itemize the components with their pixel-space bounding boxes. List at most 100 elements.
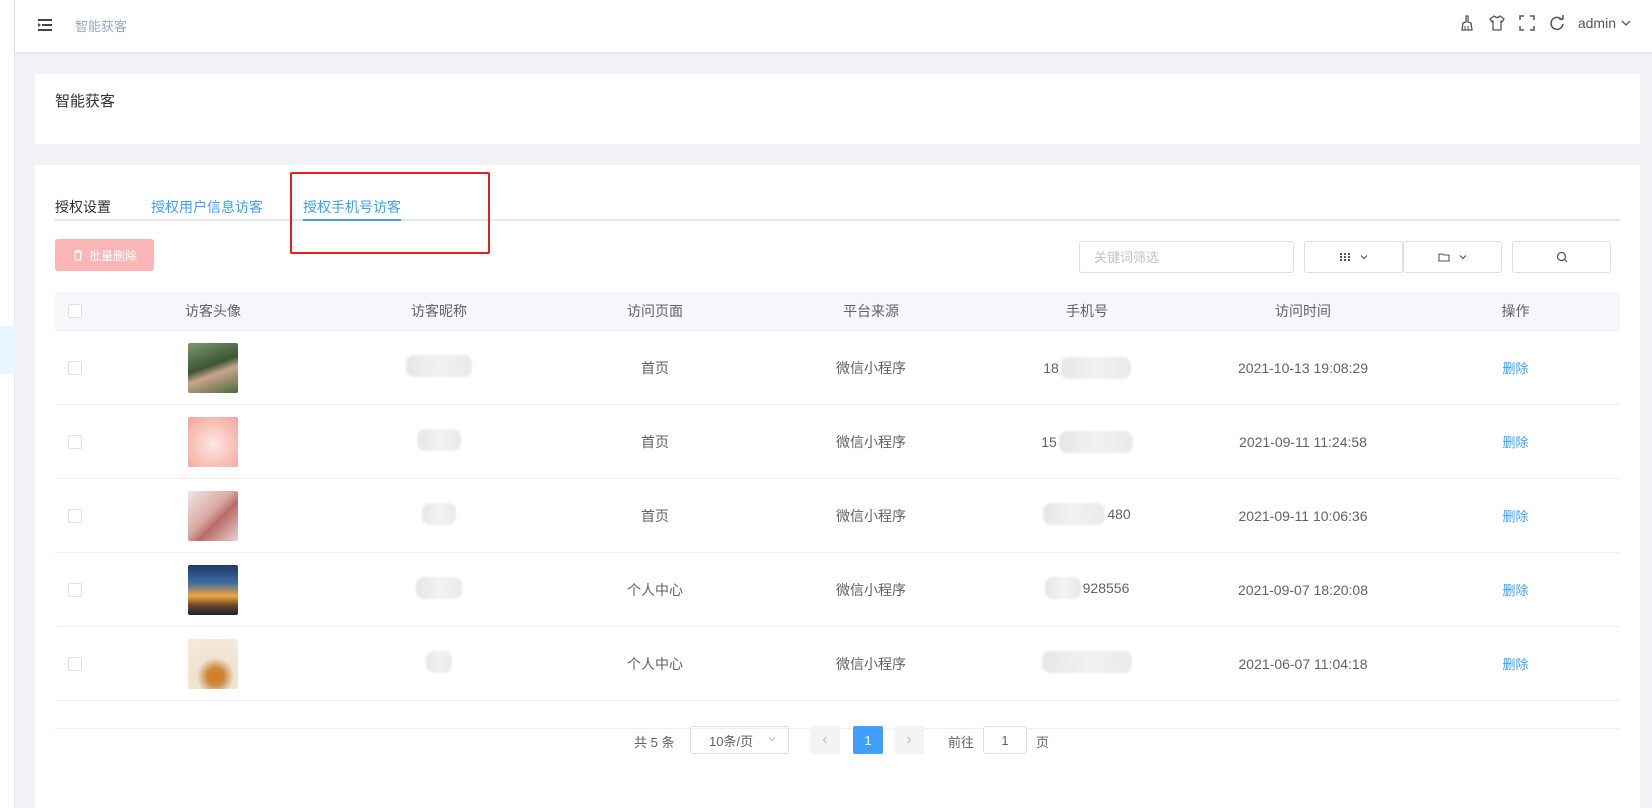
page-cell: 首页	[641, 359, 669, 376]
table-row: 个人中心 微信小程序 2021-06-07 11:04:18 删除	[55, 627, 1620, 701]
time-cell: 2021-09-07 18:20:08	[1238, 581, 1368, 598]
nickname-redacted	[417, 429, 461, 451]
batch-delete-label: 批量删除	[88, 248, 137, 263]
time-cell: 2021-06-07 11:04:18	[1238, 655, 1368, 672]
row-checkbox[interactable]	[68, 656, 82, 671]
platform-cell: 微信小程序	[836, 507, 906, 524]
col-phone: 手机号	[1066, 303, 1108, 319]
col-action: 操作	[1501, 303, 1530, 319]
page-suffix-label: 页	[1036, 735, 1050, 750]
visitor-table: 访客头像 访客昵称 访问页面 平台来源 手机号 访问时间 操作 首页 微信小程序…	[55, 292, 1620, 729]
delete-link[interactable]: 删除	[1502, 583, 1528, 598]
page-size-value: 10条/页	[709, 733, 754, 749]
phone-cell	[1042, 651, 1132, 673]
refresh-icon[interactable]	[1548, 14, 1566, 32]
time-cell: 2021-09-11 10:06:36	[1238, 507, 1368, 524]
chevron-right-icon	[907, 736, 912, 744]
search-button[interactable]	[1512, 241, 1611, 273]
page-cell: 个人中心	[627, 581, 683, 598]
chevron-down-icon	[1621, 20, 1631, 26]
breadcrumb: 智能获客	[75, 19, 128, 34]
visitor-avatar	[188, 490, 238, 541]
grid-icon	[1339, 253, 1350, 261]
row-checkbox[interactable]	[68, 582, 82, 597]
col-time: 访问时间	[1275, 303, 1331, 319]
page-header-card: 智能获客	[35, 74, 1640, 144]
page-cell: 首页	[641, 507, 669, 524]
page-title: 智能获客	[55, 93, 116, 110]
clean-icon[interactable]	[1458, 14, 1476, 32]
col-avatar: 访客头像	[185, 303, 241, 319]
time-cell: 2021-09-11 11:24:58	[1239, 433, 1367, 450]
tab-bar: 授权设置 授权用户信息访客 授权手机号访客	[55, 191, 1620, 221]
chevron-down-icon	[1459, 255, 1466, 260]
page-number-button[interactable]: 1	[853, 726, 883, 754]
content-card: 授权设置 授权用户信息访客 授权手机号访客 批量删除 访客头像 访客昵称 访问页…	[35, 165, 1640, 808]
visitor-avatar	[188, 342, 238, 393]
platform-cell: 微信小程序	[836, 433, 906, 450]
col-page: 访问页面	[627, 303, 683, 319]
batch-delete-button[interactable]: 批量删除	[55, 239, 154, 271]
tab-user-info-visitors[interactable]: 授权用户信息访客	[151, 197, 263, 223]
delete-link[interactable]: 删除	[1502, 435, 1528, 450]
next-page-button[interactable]	[894, 726, 924, 754]
table-row: 首页 微信小程序 18 2021-10-13 19:08:29 删除	[55, 331, 1620, 405]
active-tab-indicator	[303, 219, 401, 221]
visitor-avatar	[188, 416, 238, 467]
search-icon	[1556, 251, 1567, 263]
user-dropdown[interactable]: admin	[1578, 15, 1632, 31]
chevron-left-icon	[822, 736, 827, 744]
page-cell: 个人中心	[627, 655, 683, 672]
nickname-redacted	[426, 651, 452, 673]
select-all-checkbox[interactable]	[68, 304, 82, 318]
platform-cell: 微信小程序	[836, 581, 906, 598]
nickname-redacted	[422, 503, 456, 525]
table-row: 个人中心 微信小程序 928556 2021-09-07 18:20:08 删除	[55, 553, 1620, 627]
phone-cell: 480	[1043, 503, 1131, 525]
sidebar	[0, 0, 15, 808]
phone-cell: 18	[1043, 356, 1131, 379]
col-platform: 平台来源	[843, 303, 899, 319]
delete-link[interactable]: 删除	[1502, 361, 1528, 376]
goto-page-input[interactable]	[983, 726, 1027, 754]
chevron-down-icon	[1360, 255, 1367, 260]
tab-auth-settings[interactable]: 授权设置	[55, 197, 111, 223]
column-settings-button[interactable]	[1304, 241, 1403, 273]
table-footer-divider	[55, 701, 1620, 729]
folder-icon	[1437, 253, 1450, 262]
trash-icon	[73, 249, 82, 261]
delete-link[interactable]: 删除	[1502, 509, 1528, 524]
top-navbar: 智能获客 admin	[15, 0, 1652, 52]
phone-cell: 928556	[1044, 577, 1129, 599]
hamburger-menu-icon[interactable]	[37, 17, 53, 33]
delete-link[interactable]: 删除	[1502, 657, 1528, 672]
nickname-redacted	[406, 355, 472, 377]
col-nickname: 访客昵称	[411, 303, 467, 319]
fullscreen-icon[interactable]	[1518, 14, 1536, 32]
row-checkbox[interactable]	[68, 508, 82, 523]
row-checkbox[interactable]	[68, 434, 82, 449]
goto-label: 前往	[948, 735, 975, 750]
visitor-avatar	[188, 564, 238, 615]
nickname-redacted	[416, 577, 462, 599]
tshirt-icon[interactable]	[1488, 14, 1506, 32]
username: admin	[1577, 15, 1616, 31]
phone-cell: 15	[1041, 430, 1133, 453]
row-checkbox[interactable]	[68, 360, 82, 375]
sidebar-active-item[interactable]	[0, 326, 15, 374]
platform-cell: 微信小程序	[836, 359, 906, 376]
page-cell: 首页	[641, 433, 669, 450]
chevron-down-icon	[768, 737, 776, 742]
export-button[interactable]	[1403, 241, 1502, 273]
table-header: 访客头像 访客昵称 访问页面 平台来源 手机号 访问时间 操作	[55, 292, 1620, 331]
table-row: 首页 微信小程序 15 2021-09-11 11:24:58 删除	[55, 405, 1620, 479]
table-row: 首页 微信小程序 480 2021-09-11 10:06:36 删除	[55, 479, 1620, 553]
platform-cell: 微信小程序	[836, 655, 906, 672]
keyword-filter-input[interactable]	[1079, 241, 1294, 273]
visitor-avatar	[188, 638, 238, 689]
time-cell: 2021-10-13 19:08:29	[1238, 359, 1368, 376]
page-size-select[interactable]: 10条/页	[690, 726, 789, 754]
prev-page-button[interactable]	[810, 726, 840, 754]
pagination-total: 共 5 条	[634, 735, 675, 750]
pagination: 共 5 条 10条/页 1 前往 页	[35, 726, 1640, 756]
